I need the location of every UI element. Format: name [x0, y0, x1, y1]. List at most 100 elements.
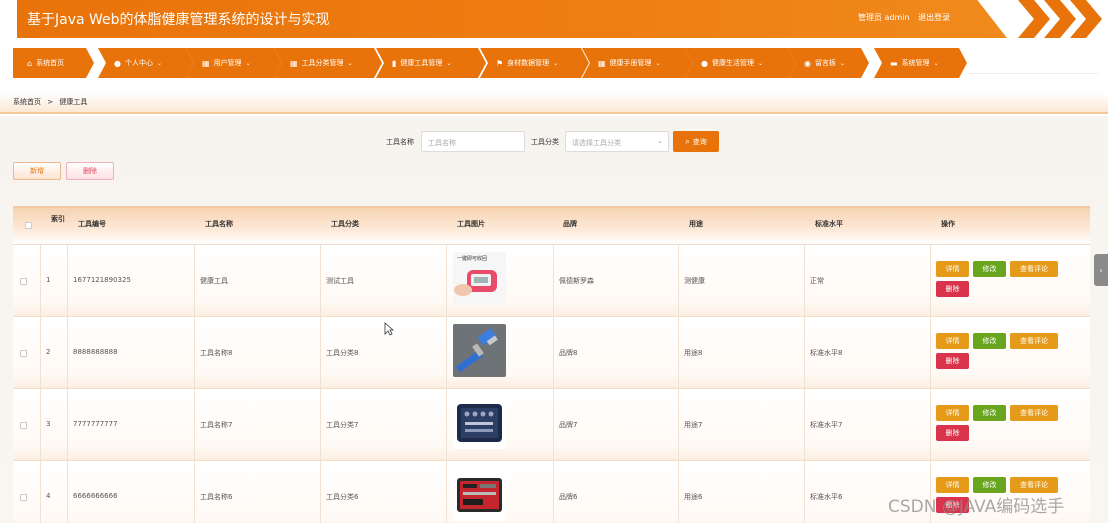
view-reviews-button[interactable]: 查看评论 — [1010, 405, 1058, 421]
header-code: 工具编号 — [78, 220, 106, 228]
top-header: 基于Java Web的体脂健康管理系统的设计与实现 管理员 admin 退出登录 — [0, 0, 1108, 38]
bar-chart-icon: ▮ — [392, 58, 397, 68]
cell-code: 8888888888 — [73, 348, 118, 356]
breadcrumb-current: 健康工具 — [59, 98, 88, 106]
breadcrumb-home[interactable]: 系统首页 — [13, 98, 41, 106]
cell-category: 工具分类7 — [326, 421, 359, 429]
header-brand: 品牌 — [563, 220, 577, 228]
cell-usage: 测健康 — [684, 277, 705, 285]
row-checkbox[interactable] — [20, 422, 27, 429]
nav-item-home[interactable]: ⌂ 系统首页 — [13, 48, 94, 78]
tool-name-input[interactable]: 工具名称 — [421, 131, 525, 152]
view-reviews-button[interactable]: 查看评论 — [1010, 261, 1058, 277]
header-category: 工具分类 — [331, 220, 359, 228]
nav-item-message-board[interactable]: ◉ 留言板 ⌄ — [788, 48, 869, 78]
red-toolbox-image — [453, 468, 506, 521]
cell-usage: 用途6 — [684, 493, 703, 501]
view-reviews-button[interactable]: 查看评论 — [1010, 477, 1058, 493]
chevron-down-icon: ⌄ — [156, 59, 163, 67]
select-all-checkbox[interactable] — [25, 222, 32, 229]
chevron-down-icon: ⌄ — [839, 59, 846, 67]
mouse-cursor-icon — [384, 322, 394, 336]
cell-brand: 佩德斯罗森 — [559, 277, 594, 285]
detail-button[interactable]: 详情 — [936, 261, 969, 277]
header-actions: 操作 — [941, 220, 955, 228]
chevron-down-icon: ⌄ — [757, 59, 764, 67]
table-header: 索引 工具编号 工具名称 工具分类 工具图片 品牌 用途 标准水平 操作 — [13, 206, 1090, 244]
chevron-down-icon: ⌄ — [347, 59, 353, 67]
header-name: 工具名称 — [205, 220, 233, 228]
cell-level: 标准水平7 — [810, 421, 843, 429]
chevron-down-icon: ⌄ — [933, 59, 939, 67]
cell-index: 4 — [46, 492, 51, 500]
query-button[interactable]: ⌕ 查询 — [673, 131, 719, 152]
tool-image — [453, 468, 506, 521]
nav-item-system-management[interactable]: ▬ 系统管理 ⌄ — [874, 48, 967, 78]
cell-brand: 品牌8 — [559, 349, 578, 357]
user-icon: ● — [701, 58, 708, 68]
logout-link[interactable]: 退出登录 — [918, 13, 950, 22]
cell-category: 工具分类8 — [326, 349, 359, 357]
nav-item-personal-center[interactable]: ● 个人中心 ⌄ — [98, 48, 194, 78]
nav-item-health-life[interactable]: ● 健康生活管理 ⌄ — [685, 48, 796, 78]
nav-item-body-data[interactable]: ⚑ 身材数据管理 ⌄ — [480, 48, 589, 78]
edit-button[interactable]: 修改 — [973, 405, 1006, 421]
batch-delete-button[interactable]: 删除 — [66, 162, 114, 180]
row-checkbox[interactable] — [20, 494, 27, 501]
watermark: CSDN @JAVA编码选手 — [888, 497, 1065, 517]
tool-image — [453, 396, 506, 449]
nav-item-user-management[interactable]: ▦ 用户管理 ⌄ — [186, 48, 282, 78]
body-fat-scale-image: 一键即可收回 — [453, 252, 506, 305]
cell-category: 工具分类6 — [326, 493, 359, 501]
main-content: 工具名称 工具名称 工具分类 请选择工具分类 ⌄ ⌕ 查询 新增 删除 索引 工… — [0, 116, 1108, 523]
row-checkbox[interactable] — [20, 278, 27, 285]
tools-table: 索引 工具编号 工具名称 工具分类 工具图片 品牌 用途 标准水平 操作 1 1… — [13, 206, 1090, 523]
cell-level: 标准水平8 — [810, 349, 843, 357]
detail-button[interactable]: 详情 — [936, 405, 969, 421]
grid-icon: ▦ — [598, 58, 606, 68]
flag-icon: ⚑ — [496, 58, 504, 68]
cell-usage: 用途7 — [684, 421, 703, 429]
cell-category: 测试工具 — [326, 277, 354, 285]
cell-index: 1 — [46, 276, 51, 284]
add-button[interactable]: 新增 — [13, 162, 61, 180]
detail-button[interactable]: 详情 — [936, 477, 969, 493]
search-icon: ⌕ — [685, 136, 690, 146]
detail-button[interactable]: 详情 — [936, 333, 969, 349]
edit-button[interactable]: 修改 — [973, 477, 1006, 493]
side-scroll-tab[interactable]: › — [1094, 254, 1108, 286]
chevron-down-icon: ⌄ — [245, 59, 251, 67]
chevron-down-icon: ⌄ — [655, 59, 661, 67]
edit-button[interactable]: 修改 — [973, 261, 1006, 277]
cell-code: 6666666666 — [73, 492, 118, 500]
nav-item-tool-category[interactable]: ▦ 工具分类管理 ⌄ — [274, 48, 382, 78]
cell-name: 健康工具 — [200, 277, 228, 285]
grid-icon: ▦ — [202, 58, 210, 68]
header-index: 索引 — [51, 215, 65, 223]
delete-button[interactable]: 删除 — [936, 281, 969, 297]
cell-name: 工具名称6 — [200, 493, 233, 501]
view-reviews-button[interactable]: 查看评论 — [1010, 333, 1058, 349]
header-usage: 用途 — [689, 220, 703, 228]
user-area: 管理员 admin 退出登录 — [858, 12, 956, 23]
edit-button[interactable]: 修改 — [973, 333, 1006, 349]
nav-item-health-manual[interactable]: ▦ 健康手册管理 ⌄ — [582, 48, 693, 78]
tool-name-label: 工具名称 — [386, 138, 414, 146]
cell-brand: 品牌7 — [559, 421, 578, 429]
row-checkbox[interactable] — [20, 350, 27, 357]
cell-index: 3 — [46, 420, 51, 428]
delete-button[interactable]: 删除 — [936, 353, 969, 369]
table-row: 1 1677121890325 健康工具 测试工具 一键即可收回 佩德斯罗森 测… — [13, 244, 1090, 316]
tool-category-select[interactable]: 请选择工具分类 ⌄ — [565, 131, 669, 152]
tool-image — [453, 324, 506, 377]
cell-usage: 用途8 — [684, 349, 703, 357]
nav-tail — [968, 58, 1098, 74]
current-user: 管理员 admin — [858, 13, 910, 22]
tool-image: 一键即可收回 — [453, 252, 506, 305]
chevron-decoration-icon — [1018, 0, 1102, 38]
cell-name: 工具名称8 — [200, 349, 233, 357]
delete-button[interactable]: 删除 — [936, 425, 969, 441]
nav-item-health-tools[interactable]: ▮ 健康工具管理 ⌄ — [376, 48, 486, 78]
cell-level: 正常 — [810, 277, 824, 285]
home-icon: ⌂ — [27, 58, 33, 68]
